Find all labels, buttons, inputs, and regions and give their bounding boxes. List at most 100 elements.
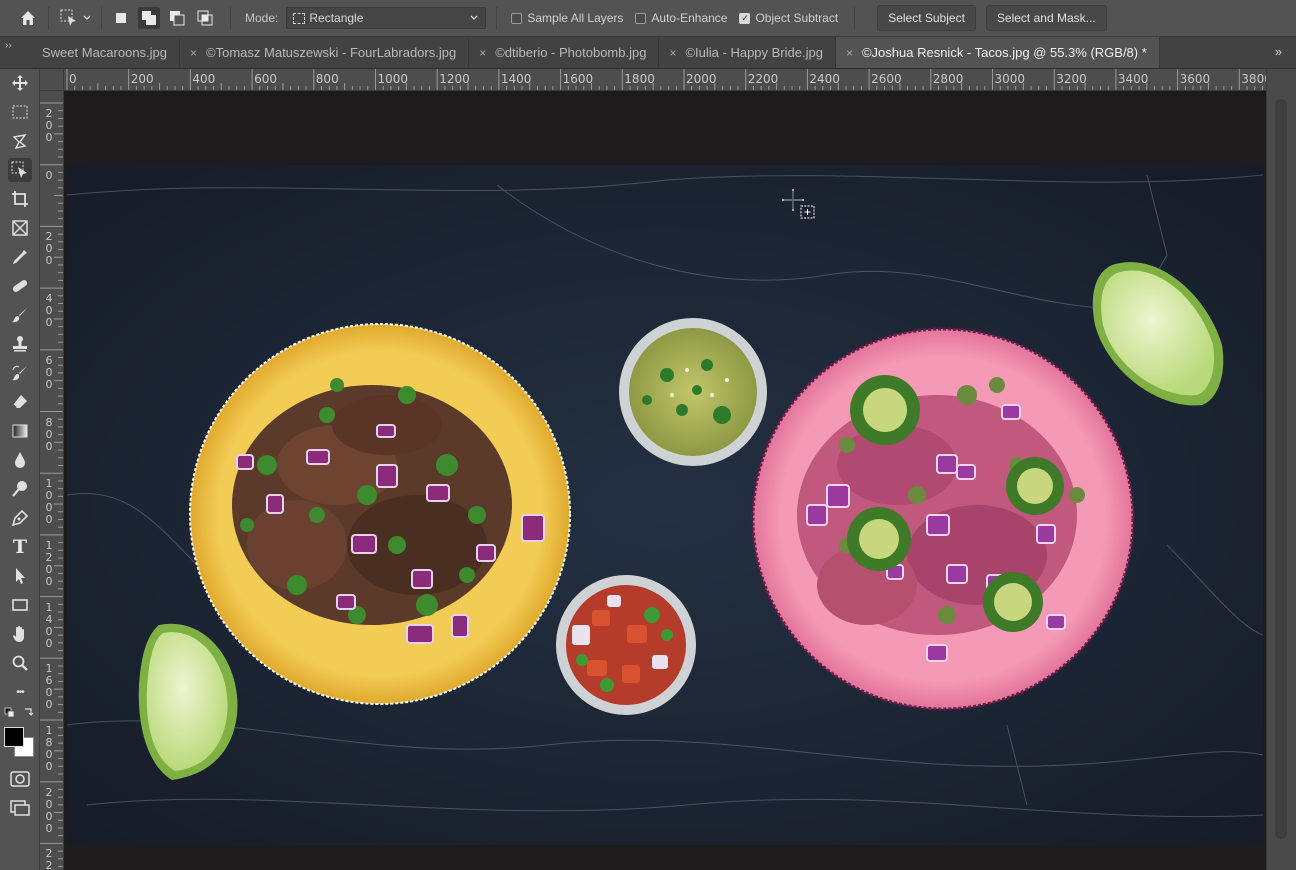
object-selection-tool-icon[interactable] [57, 6, 81, 30]
frame-icon[interactable] [8, 216, 32, 240]
foreground-color-swatch[interactable] [4, 727, 24, 747]
ruler-label: 0 [69, 72, 77, 86]
taco-left [189, 323, 571, 705]
more-tools-icon[interactable]: ••• [8, 680, 32, 704]
document-tab[interactable]: × ©Iulia - Happy Bride.jpg [659, 37, 836, 68]
tool-preset-chevron-down-icon[interactable] [81, 6, 93, 30]
tab-label: ©Iulia - Happy Bride.jpg [685, 45, 823, 60]
document-tab[interactable]: × ©Tomasz Matuszewski - FourLabradors.jp… [180, 37, 470, 68]
object-subtract-box[interactable]: ✓ [739, 12, 751, 24]
vertical-scrollbar[interactable] [1266, 69, 1296, 870]
panel-collapse-icon[interactable]: ›› [5, 40, 12, 51]
ruler-label: 1800 [624, 72, 655, 86]
ruler-label: 2800 [932, 72, 964, 86]
ruler-label: 3400 [1117, 72, 1149, 86]
select-and-mask-button[interactable]: Select and Mask... [985, 5, 1107, 31]
horizontal-ruler[interactable]: 0 200 400 600 800 1000 1200 1400 1600 1800 2000 220… [64, 69, 1266, 91]
ruler-label: 3000 [994, 72, 1026, 86]
new-selection-icon[interactable] [110, 7, 132, 29]
hand-icon[interactable] [8, 622, 32, 646]
ruler-label: 800 [315, 72, 339, 86]
crosshair-cursor-icon [782, 189, 815, 219]
ruler-label: 3800 [1241, 72, 1266, 86]
history-brush-icon[interactable] [8, 361, 32, 385]
crop-icon[interactable] [8, 187, 32, 211]
swap-colors-icon[interactable] [2, 706, 38, 720]
document-tab-active[interactable]: × ©Joshua Resnick - Tacos.jpg @ 55.3% (R… [835, 37, 1160, 68]
gradient-icon[interactable] [8, 419, 32, 443]
ruler-label: 200 [45, 230, 53, 268]
ruler-label: 800 [45, 415, 53, 453]
ruler-label: 400 [192, 72, 216, 86]
screen-mode-icon[interactable] [8, 796, 32, 820]
document-tab[interactable]: × ©dtiberio - Photobomb.jpg [469, 37, 660, 68]
ruler-label: 2400 [809, 72, 840, 86]
close-icon[interactable]: × [479, 46, 486, 60]
mode-select-value: Rectangle [309, 11, 364, 25]
auto-enhance-checkbox[interactable]: Auto-Enhance [635, 11, 727, 25]
ruler-label: 1600 [562, 72, 594, 86]
close-icon[interactable]: × [846, 46, 853, 60]
rectangle-shape-icon[interactable] [8, 593, 32, 617]
tab-label: Sweet Macaroons.jpg [42, 45, 168, 60]
auto-enhance-box[interactable] [635, 12, 647, 24]
ruler-label: 600 [45, 353, 53, 391]
eraser-icon[interactable] [8, 390, 32, 414]
ruler-label: 2200 [747, 72, 779, 86]
vertical-ruler[interactable]: 200 0 200 400 600 800 1000 1200 1400 1600 1800 2000… [40, 91, 64, 870]
blur-icon[interactable] [8, 448, 32, 472]
tab-label: ©dtiberio - Photobomb.jpg [495, 45, 647, 60]
sample-all-layers-box[interactable] [511, 12, 523, 24]
intersect-selection-icon[interactable] [194, 7, 216, 29]
document-tab[interactable]: Sweet Macaroons.jpg [32, 37, 181, 68]
ruler-label: 1800 [45, 724, 53, 773]
ruler-origin[interactable] [40, 69, 64, 91]
ruler-label: 1200 [439, 72, 470, 86]
move-tool-icon[interactable] [8, 71, 32, 95]
quick-mask-icon[interactable] [8, 767, 32, 791]
ruler-label: 2000 [45, 785, 53, 835]
rectangular-marquee-icon[interactable] [8, 100, 32, 124]
sample-all-layers-label: Sample All Layers [527, 11, 624, 25]
add-to-selection-icon[interactable] [138, 7, 160, 29]
brush-icon[interactable] [8, 303, 32, 327]
ruler-label: 1400 [45, 600, 53, 650]
healing-brush-icon[interactable] [8, 274, 32, 298]
ruler-label: 0 [45, 168, 53, 182]
options-bar: Mode: Rectangle Sample All Layers Auto-E… [0, 0, 1296, 37]
document-tab-bar: ›› Sweet Macaroons.jpg × ©Tomasz Matusze… [0, 37, 1296, 69]
eyedropper-icon[interactable] [8, 245, 32, 269]
subtract-from-selection-icon[interactable] [166, 7, 188, 29]
canvas-pasteboard[interactable] [64, 91, 1266, 870]
ruler-label: 200 [130, 72, 154, 86]
pen-icon[interactable] [8, 506, 32, 530]
ruler-label: 1200 [45, 538, 53, 588]
ruler-label: 200 [45, 107, 53, 144]
zoom-icon[interactable] [8, 651, 32, 675]
object-selection-icon[interactable] [8, 158, 32, 182]
mode-select[interactable]: Rectangle [286, 7, 487, 29]
rectangle-marquee-icon [293, 12, 306, 24]
path-selection-icon[interactable] [8, 564, 32, 588]
ruler-label: 1000 [45, 477, 53, 527]
ruler-label: 2000 [686, 72, 717, 86]
mode-chevron-down-icon [469, 12, 479, 26]
clone-stamp-icon[interactable] [8, 332, 32, 356]
color-swatches[interactable] [4, 725, 38, 759]
lasso-icon[interactable] [8, 129, 32, 153]
scrollbar-thumb[interactable] [1275, 99, 1287, 839]
type-icon[interactable]: T [8, 535, 32, 559]
close-icon[interactable]: × [190, 46, 197, 60]
taco-right [751, 327, 1135, 711]
auto-enhance-label: Auto-Enhance [651, 11, 728, 25]
ruler-label: 600 [254, 72, 277, 86]
select-subject-button[interactable]: Select Subject [877, 5, 976, 31]
sample-all-layers-checkbox[interactable]: Sample All Layers [511, 11, 623, 25]
close-icon[interactable]: × [669, 46, 676, 60]
object-subtract-checkbox[interactable]: ✓ Object Subtract [739, 11, 838, 25]
more-tabs-icon[interactable]: » [1275, 44, 1282, 59]
home-icon[interactable] [16, 6, 40, 30]
dodge-icon[interactable] [8, 477, 32, 501]
document-image[interactable] [67, 165, 1263, 845]
ruler-label: 1400 [500, 72, 532, 86]
